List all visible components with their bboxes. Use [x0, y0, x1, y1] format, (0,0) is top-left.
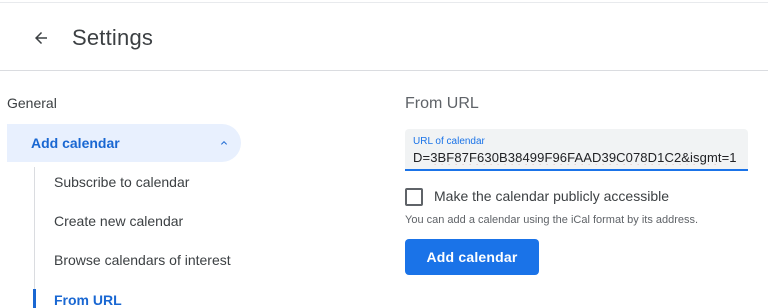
add-calendar-button[interactable]: Add calendar: [405, 239, 539, 275]
sidebar-item-subscribe[interactable]: Subscribe to calendar: [54, 174, 189, 190]
sidebar-item-from-url[interactable]: From URL: [54, 292, 122, 308]
chevron-up-icon: [221, 141, 227, 145]
from-url-panel: From URL URL of calendar D=3BF87F630B384…: [405, 71, 768, 308]
arrow-back-icon: [35, 32, 47, 44]
submenu-guide-line: [34, 167, 35, 289]
page-title: Settings: [72, 25, 154, 50]
public-access-label[interactable]: Make the calendar publicly accessible: [434, 188, 669, 204]
settings-header: Settings: [0, 4, 768, 70]
helper-text: You can add a calendar using the iCal fo…: [405, 214, 699, 226]
back-button[interactable]: [27, 24, 55, 52]
settings-sidebar: General Add calendar Subscribe to calend…: [0, 71, 260, 308]
url-value-suffix: =1: [721, 150, 737, 165]
sidebar-item-add-calendar[interactable]: Add calendar: [7, 124, 241, 162]
sidebar-item-general[interactable]: General: [7, 95, 57, 111]
public-access-checkbox[interactable]: [405, 188, 423, 206]
selected-indicator: [33, 289, 36, 308]
url-value-misspelled: 3BF87F630B38499F96FAAD39C078D1C2&isgmt: [430, 150, 722, 165]
top-divider: [0, 2, 768, 3]
sidebar-item-browse[interactable]: Browse calendars of interest: [54, 252, 231, 268]
url-input[interactable]: URL of calendar D=3BF87F630B38499F96FAAD…: [405, 129, 748, 171]
url-field-value[interactable]: D=3BF87F630B38499F96FAAD39C078D1C2&isgmt…: [413, 150, 748, 165]
sidebar-item-label: Add calendar: [31, 135, 120, 151]
url-field-label: URL of calendar: [413, 136, 485, 147]
url-value-prefix: D=: [413, 150, 431, 165]
sidebar-item-create-new[interactable]: Create new calendar: [54, 213, 183, 229]
section-title: From URL: [405, 95, 479, 112]
